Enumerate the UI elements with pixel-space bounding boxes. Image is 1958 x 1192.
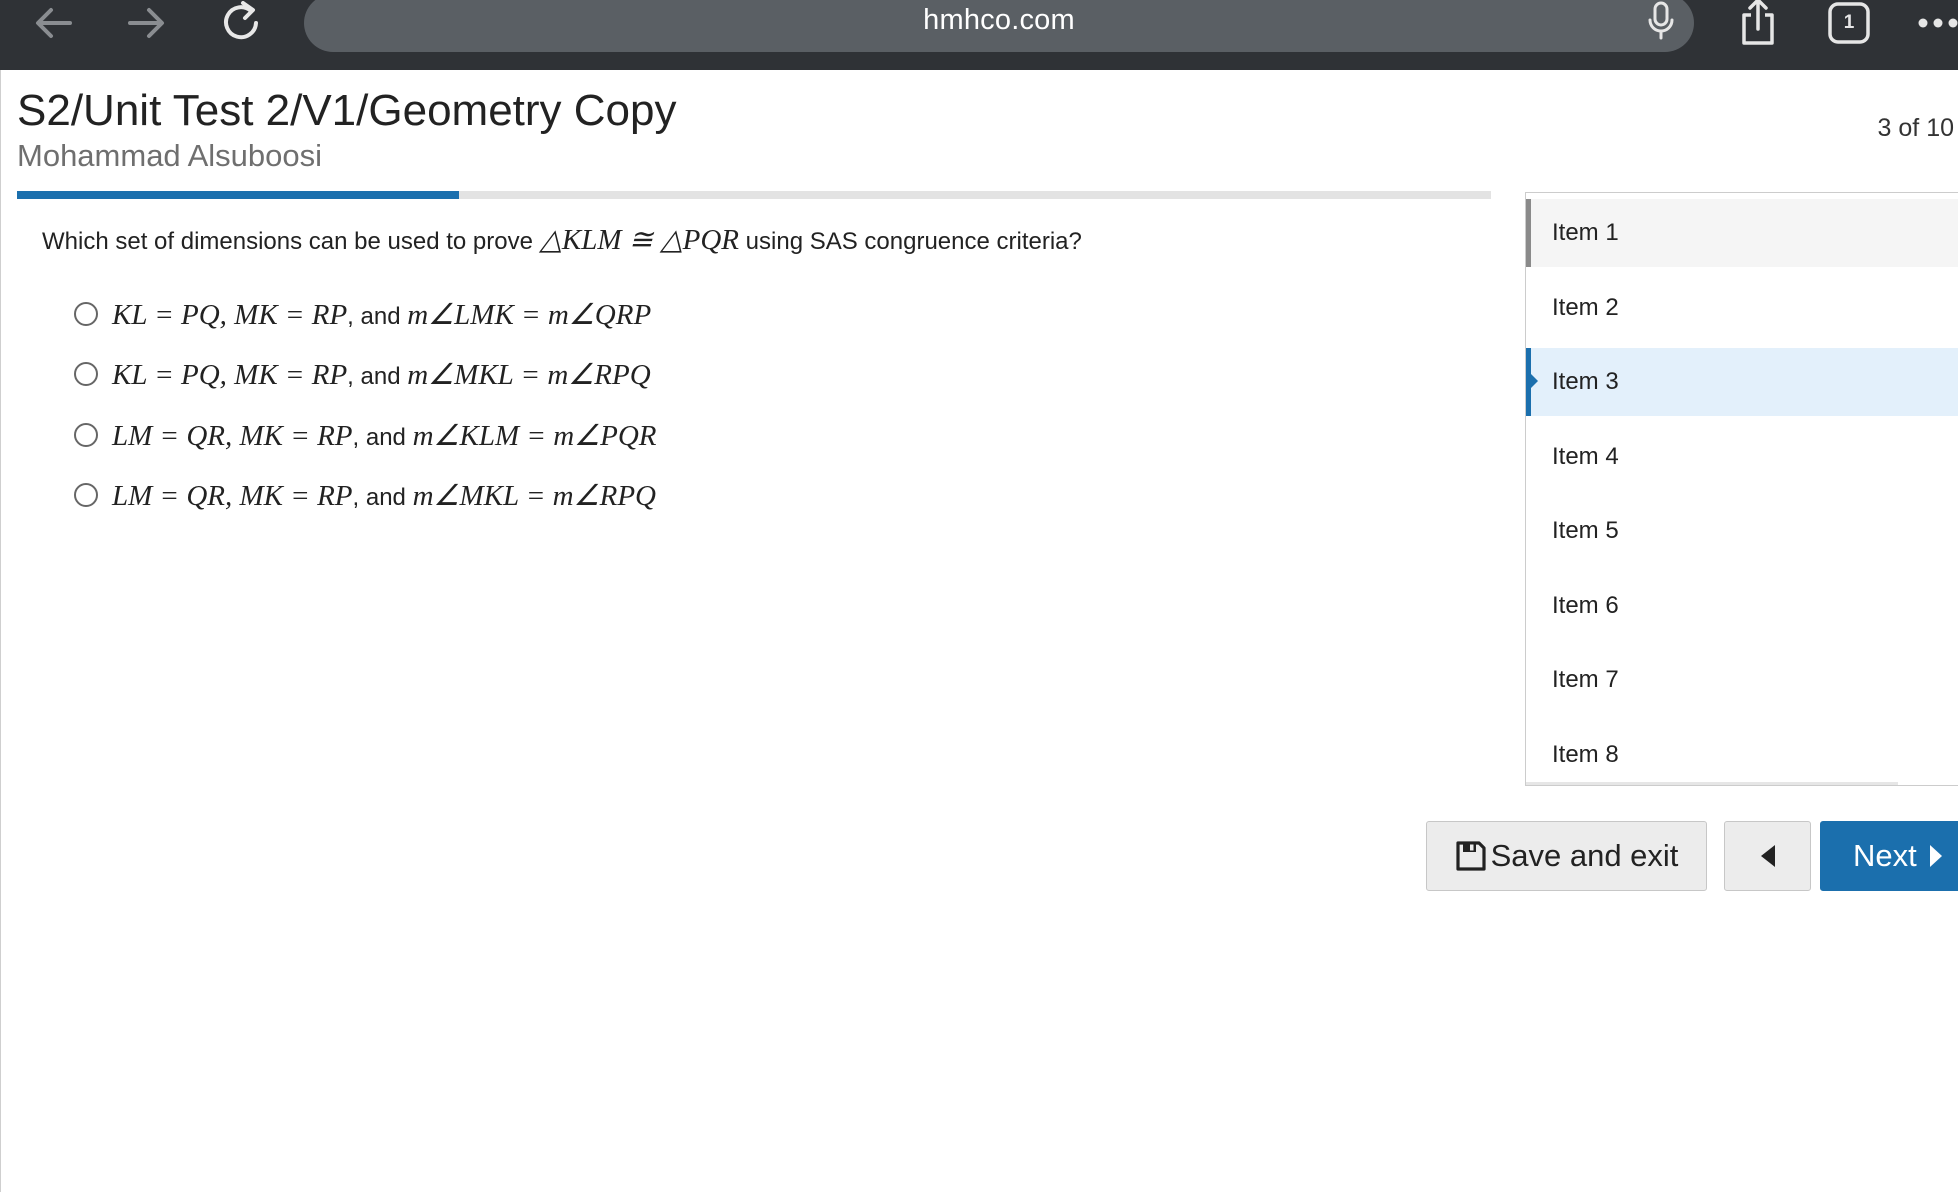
horizontal-scrollbar[interactable] [1526,782,1898,785]
progress-bar-fill [17,191,460,199]
item-nav-2[interactable]: Item 2 [1526,274,1958,342]
question-counter: 3 of 10 [1877,114,1954,142]
previous-button[interactable] [1724,821,1811,891]
test-title: S2/Unit Test 2/V1/Geometry Copy [17,86,677,135]
back-arrow-icon[interactable] [30,0,78,46]
option-joiner: , and [347,362,408,390]
save-and-exit-button[interactable]: Save and exit [1426,821,1707,891]
save-and-exit-label: Save and exit [1490,838,1679,873]
option-label: KL = PQ, MK = RP, and m∠LMK = m∠QRP [112,297,651,332]
option-math-angle: m∠LMK = m∠QRP [407,298,652,331]
radio-button[interactable] [74,302,98,326]
option-math-angle: m∠MKL = m∠RPQ [412,479,656,512]
item-label: Item 5 [1552,517,1619,544]
answer-option-4[interactable]: LM = QR, MK = RP, and m∠MKL = m∠RPQ [74,475,656,515]
item-nav-4[interactable]: Item 4 [1526,423,1958,491]
radio-button[interactable] [74,423,98,447]
answer-option-1[interactable]: KL = PQ, MK = RP, and m∠LMK = m∠QRP [74,294,651,334]
item-nav-5[interactable]: Item 5 [1526,497,1958,565]
option-math-sides: LM = QR, MK = RP [112,419,353,452]
option-math-angle: m∠MKL = m∠RPQ [407,358,651,391]
item-nav-6[interactable]: Item 6 [1526,572,1958,640]
tabs-icon[interactable]: 1 [1826,0,1872,46]
next-button[interactable]: Next [1820,821,1958,891]
floppy-disk-icon [1455,840,1487,872]
question-prefix: Which set of dimensions can be used to p… [42,228,540,255]
option-joiner: , and [347,302,408,330]
answer-option-3[interactable]: LM = QR, MK = RP, and m∠KLM = m∠PQR [74,415,657,455]
item-label: Item 8 [1552,741,1619,768]
answer-option-2[interactable]: KL = PQ, MK = RP, and m∠MKL = m∠RPQ [74,354,651,394]
next-label: Next [1853,838,1917,873]
option-joiner: , and [352,483,413,511]
browser-toolbar: hmhco.com 1 [0,0,1958,70]
item-navigator: Item 1 Item 2 Item 3 Item 4 Item 5 Item … [1525,192,1958,786]
progress-bar [17,191,1491,199]
option-math-angle: m∠KLM = m∠PQR [412,419,657,452]
option-math-sides: KL = PQ, MK = RP [112,358,348,391]
microphone-icon[interactable] [1646,0,1676,47]
item-label: Item 2 [1552,294,1619,321]
item-label: Item 6 [1552,592,1619,619]
item-label: Item 1 [1552,219,1619,246]
forward-arrow-icon[interactable] [122,0,170,46]
item-label: Item 7 [1552,666,1619,693]
option-joiner: , and [352,423,413,451]
item-nav-3[interactable]: Item 3 [1526,348,1958,416]
question-statement: △KLM ≅ △PQR [539,224,740,256]
share-icon[interactable] [1736,0,1780,46]
item-label: Item 3 [1552,368,1619,395]
address-bar[interactable]: hmhco.com [304,0,1694,52]
caret-left-icon [1760,844,1776,868]
more-dots-icon[interactable] [1918,0,1958,46]
caret-right-icon [1929,844,1943,868]
option-math-sides: LM = QR, MK = RP [112,479,353,512]
url-text: hmhco.com [923,4,1075,36]
item-nav-7[interactable]: Item 7 [1526,646,1958,714]
question-text: Which set of dimensions can be used to p… [42,222,1082,260]
option-label: LM = QR, MK = RP, and m∠KLM = m∠PQR [112,418,657,453]
item-label: Item 4 [1552,443,1619,470]
item-nav-8[interactable]: Item 8 [1526,721,1958,785]
reload-icon[interactable] [216,0,266,46]
option-label: LM = QR, MK = RP, and m∠MKL = m∠RPQ [112,478,656,513]
item-nav-1[interactable]: Item 1 [1526,199,1958,267]
radio-button[interactable] [74,483,98,507]
tab-count: 1 [1843,12,1855,33]
radio-button[interactable] [74,362,98,386]
student-name: Mohammad Alsuboosi [17,138,322,173]
option-label: KL = PQ, MK = RP, and m∠MKL = m∠RPQ [112,357,651,392]
question-suffix: using SAS congruence criteria? [739,228,1082,255]
current-item-caret-icon [1531,374,1538,388]
option-math-sides: KL = PQ, MK = RP [112,298,348,331]
page-left-border [0,70,1,1192]
